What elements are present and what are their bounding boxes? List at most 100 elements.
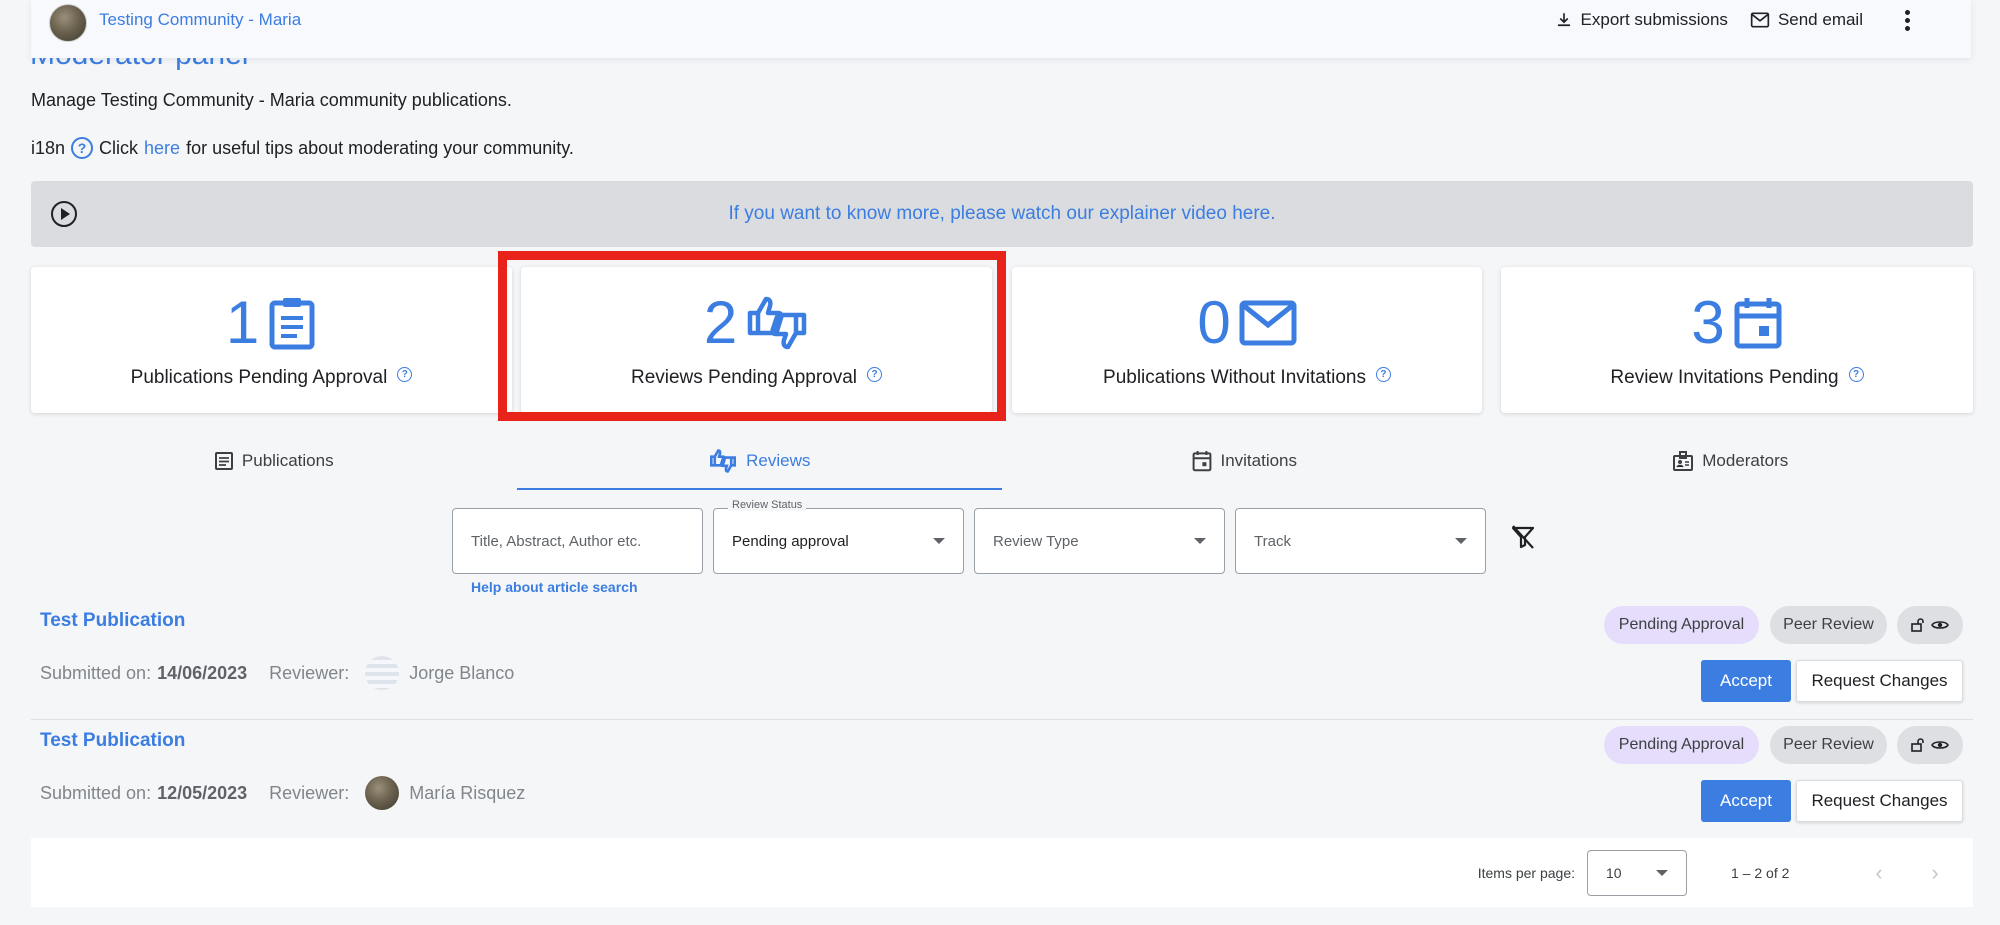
publication-title[interactable]: Test Publication <box>40 730 185 752</box>
tab-label: Invitations <box>1220 451 1298 470</box>
search-placeholder: Title, Abstract, Author etc. <box>471 532 642 550</box>
tips-suffix: for useful tips about moderating your co… <box>186 137 574 158</box>
chevron-down-icon <box>1656 869 1668 876</box>
help-icon[interactable]: ? <box>867 366 883 382</box>
stat-card-publications-without-invitations[interactable]: 0 Publications Without Invitations? <box>1012 267 1482 413</box>
tips-prefix: i18n <box>31 137 66 158</box>
publication-title[interactable]: Test Publication <box>40 610 185 632</box>
submitted-date: 14/06/2023 <box>157 662 248 683</box>
stat-label: Publications Without Invitations <box>1103 367 1366 388</box>
thumbs-up-down-icon <box>747 296 807 350</box>
help-search-link[interactable]: Help about article search <box>471 579 638 595</box>
tab-label: Publications <box>241 451 334 470</box>
visibility-badge[interactable] <box>1897 726 1963 764</box>
accept-button[interactable]: Accept <box>1701 780 1791 822</box>
tab-publications[interactable]: Publications <box>31 432 517 490</box>
chevron-down-icon <box>933 538 945 544</box>
mail-icon <box>1750 12 1770 28</box>
page-size-select[interactable]: 10 <box>1587 849 1687 896</box>
calendar-icon <box>1734 298 1782 349</box>
track-select[interactable]: Track <box>1235 508 1486 574</box>
video-link[interactable]: If you want to know more, please watch o… <box>77 203 1927 225</box>
stat-label: Publications Pending Approval <box>130 367 388 388</box>
tips-line: i18n ? Click here for useful tips about … <box>31 137 574 159</box>
stat-count: 2 <box>703 289 738 356</box>
review-type-select[interactable]: Review Type <box>974 508 1225 574</box>
reviewer-name[interactable]: Jorge Blanco <box>409 663 514 684</box>
submitted-label: Submitted on: <box>40 662 152 683</box>
stat-count: 3 <box>1691 289 1725 356</box>
help-icon[interactable]: ? <box>71 137 94 159</box>
review-type-placeholder: Review Type <box>993 532 1079 550</box>
tab-label: Reviews <box>746 451 811 470</box>
avatar <box>365 656 400 690</box>
help-icon[interactable]: ? <box>1375 366 1391 382</box>
reviewer-label: Reviewer: <box>269 662 350 683</box>
page-range: 1 – 2 of 2 <box>1731 864 1790 881</box>
next-page-icon[interactable]: › <box>1907 860 1963 886</box>
envelope-icon <box>1239 300 1297 346</box>
review-status-legend: Review Status <box>728 499 807 511</box>
thumbs-up-down-icon <box>710 449 737 473</box>
stat-card-publications-pending[interactable]: 1 Publications Pending Approval? <box>31 267 512 413</box>
clear-filter-icon[interactable] <box>1510 524 1536 555</box>
chevron-down-icon <box>1194 538 1206 544</box>
export-label: Export submissions <box>1580 10 1728 29</box>
search-input[interactable]: Title, Abstract, Author etc. <box>452 508 703 574</box>
tab-label: Moderators <box>1702 451 1789 470</box>
page-size-value: 10 <box>1606 864 1622 881</box>
items-per-page-label: Items per page: <box>1477 864 1575 881</box>
stat-card-reviews-pending[interactable]: 2 Reviews Pending Approval? <box>521 267 992 413</box>
request-changes-button[interactable]: Request Changes <box>1796 780 1963 822</box>
video-banner: If you want to know more, please watch o… <box>31 181 1973 247</box>
submitted-label: Submitted on: <box>40 782 152 803</box>
badge-icon <box>1673 451 1694 471</box>
community-avatar[interactable] <box>49 4 87 42</box>
export-submissions-button[interactable]: Export submissions <box>1555 10 1728 30</box>
row-meta: Submitted on: 12/05/2023 Reviewer: María… <box>40 776 525 810</box>
type-badge: Peer Review <box>1770 606 1887 644</box>
stat-count: 0 <box>1197 289 1231 356</box>
play-icon[interactable] <box>51 201 77 227</box>
stat-label: Reviews Pending Approval <box>630 367 858 388</box>
clipboard-icon <box>269 298 315 350</box>
unlock-icon <box>1911 618 1924 632</box>
review-status-select[interactable]: Review Status Pending approval <box>713 499 964 574</box>
download-icon <box>1557 13 1570 27</box>
unlock-icon <box>1911 738 1924 752</box>
eye-icon <box>1931 621 1949 629</box>
tab-invitations[interactable]: Invitations <box>1002 432 1488 490</box>
stat-label: Review Invitations Pending <box>1610 367 1839 388</box>
visibility-badge[interactable] <box>1897 606 1963 644</box>
accept-button[interactable]: Accept <box>1701 660 1791 702</box>
manage-text: Manage Testing Community - Maria communi… <box>31 90 512 110</box>
type-badge: Peer Review <box>1770 726 1887 764</box>
calendar-icon <box>1193 451 1212 472</box>
stat-card-review-invitations[interactable]: 3 Review Invitations Pending? <box>1501 267 1973 413</box>
top-bar: Testing Community - Maria Export submiss… <box>31 0 1971 58</box>
send-email-button[interactable]: Send email <box>1750 10 1863 30</box>
request-changes-button[interactable]: Request Changes <box>1796 660 1963 702</box>
avatar <box>365 776 400 810</box>
review-status-value: Pending approval <box>732 532 849 550</box>
tips-link[interactable]: here <box>144 138 180 159</box>
community-title[interactable]: Testing Community - Maria <box>99 10 301 30</box>
row-meta: Submitted on: 14/06/2023 Reviewer: Jorge… <box>40 656 514 690</box>
status-badge: Pending Approval <box>1604 726 1759 764</box>
review-row: Test Publication Submitted on: 12/05/202… <box>31 720 1973 840</box>
review-row: Test Publication Submitted on: 14/06/202… <box>31 600 1973 720</box>
help-icon[interactable]: ? <box>1848 366 1864 382</box>
send-email-label: Send email <box>1777 10 1863 29</box>
help-icon[interactable]: ? <box>397 366 413 382</box>
more-options-icon[interactable] <box>1905 9 1911 31</box>
previous-page-icon[interactable]: ‹ <box>1851 860 1907 886</box>
tips-click: Click <box>99 137 139 158</box>
top-actions: Export submissions Send email <box>1555 9 1911 31</box>
reviewer-name[interactable]: María Risquez <box>409 783 525 804</box>
track-placeholder: Track <box>1254 532 1291 550</box>
reviewer-label: Reviewer: <box>269 782 350 803</box>
chevron-down-icon <box>1455 538 1467 544</box>
tab-reviews[interactable]: Reviews <box>516 432 1003 490</box>
tab-moderators[interactable]: Moderators <box>1488 432 1974 490</box>
eye-icon <box>1931 741 1949 749</box>
